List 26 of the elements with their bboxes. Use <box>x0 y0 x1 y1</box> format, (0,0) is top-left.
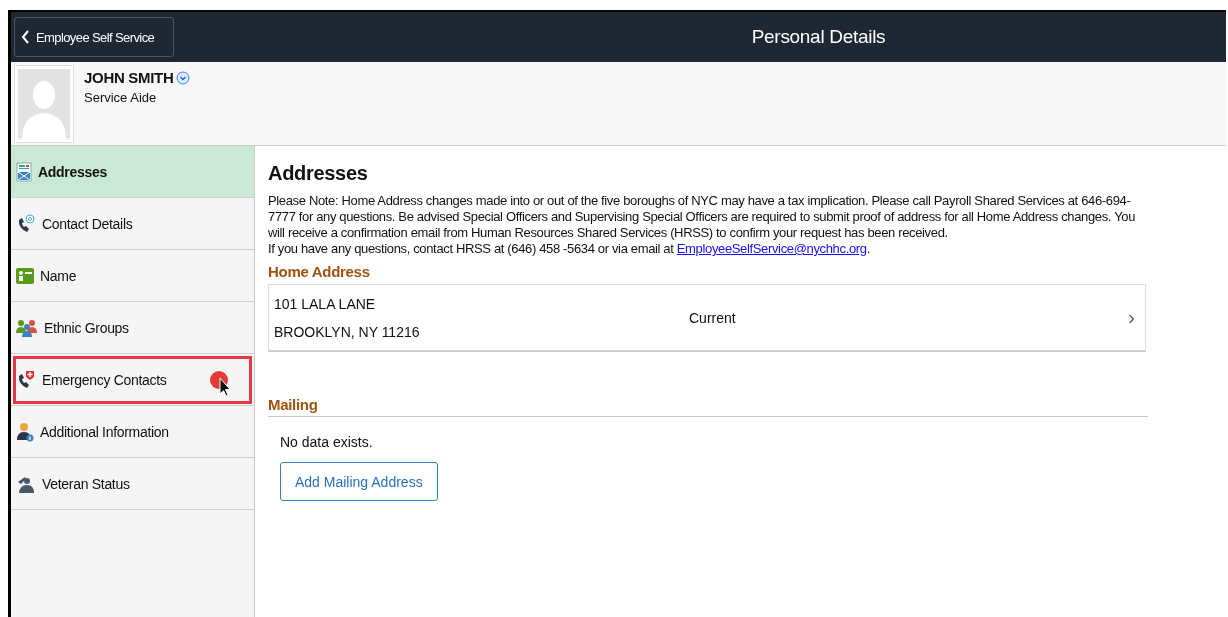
address-status: Current <box>689 309 737 326</box>
empty-message: No data exists. <box>280 434 374 450</box>
sidebar-item[interactable]: Addresses <box>11 146 254 198</box>
section-title: Addresses <box>268 162 369 185</box>
sidebar-label: Ethnic Groups <box>44 319 129 336</box>
add-mailing-address-button[interactable]: Add Mailing Address <box>280 462 438 501</box>
contact-text: If you have any questions, contact HRSS at (646) 458 -5634 or via email at EmployeeSelfService@nychhc.org. <box>268 241 871 257</box>
address-line: 101 LALA LANE <box>274 295 377 312</box>
page-title: Personal Details <box>750 26 887 48</box>
sidebar-item[interactable]: Emergency Contacts <box>11 354 254 406</box>
sidebar-label: Veteran Status <box>42 475 130 492</box>
sidebar-label: Addresses <box>38 163 107 180</box>
sidebar-label: Emergency Contacts <box>42 371 167 388</box>
section-heading: Home Address <box>268 263 371 280</box>
back-button[interactable]: Employee Self Service <box>14 17 174 57</box>
address-line: BROOKLYN, NY 11216 <box>274 323 421 340</box>
address-row[interactable]: 101 LALA LANE BROOKLYN, NY 11216 Current › <box>268 284 1146 352</box>
sidebar-label: Contact Details <box>42 215 133 232</box>
sidebar-label: Name <box>40 267 77 284</box>
note-text: Please Note: Home Address changes made into or out of the five boroughs of NYC may have a tax implication. Please call Payroll Shared Services at 646-694-7777 for any questions. Be advised Special Officers and Supervising Special Officers are required to submit proof of address for all Home Address changes. You will receive a confirmation email from Human Resources Shared Services (HRSS) to confirm your request has been received. <box>268 193 1137 241</box>
job-title: Service Aide <box>84 90 158 105</box>
email-link[interactable]: EmployeeSelfService@nychhc.org <box>676 241 867 256</box>
section-heading: Mailing <box>268 396 319 413</box>
chevron-icon: › <box>1128 306 1135 329</box>
sidebar-label: Additional Information <box>40 423 169 440</box>
user-name: JOHN SMITH <box>84 69 174 86</box>
